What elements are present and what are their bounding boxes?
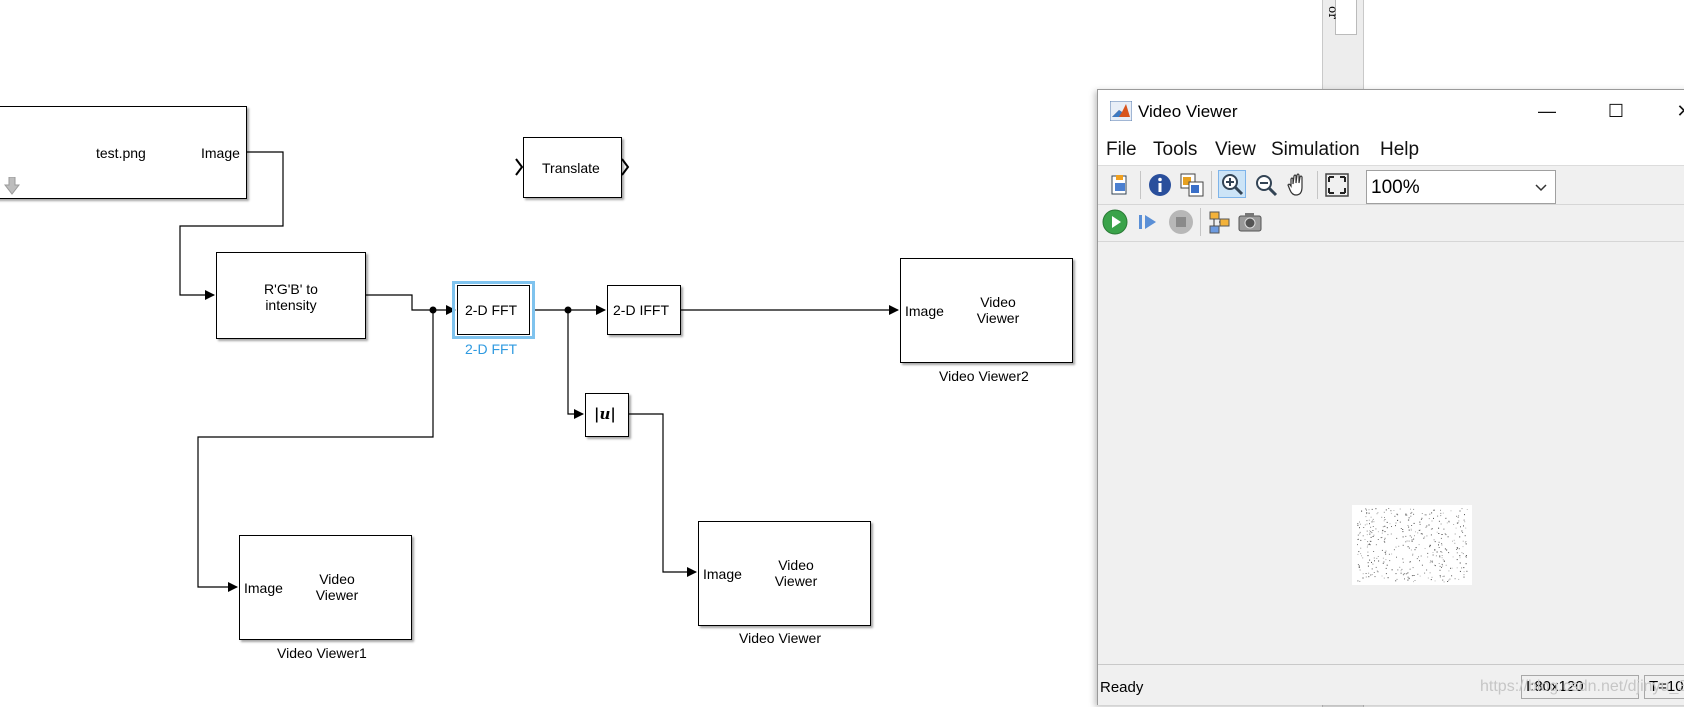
video-viewer-block[interactable]: Image Video Viewer (698, 521, 871, 626)
menu-help[interactable]: Help (1380, 139, 1419, 161)
block-label-line1: Video (778, 557, 814, 573)
snapshot-camera-icon[interactable] (1236, 208, 1264, 236)
pan-hand-icon[interactable] (1284, 171, 1312, 199)
translate-out-port (621, 158, 630, 176)
stop-icon[interactable] (1167, 208, 1195, 236)
watermark: https://blog.csdn.net/djinyu_3 (1480, 678, 1684, 695)
block-input-port-label: Image (905, 303, 944, 319)
line-branch-to-abs (567, 310, 584, 419)
close-button[interactable]: ✕ (1661, 96, 1684, 126)
menu-bar: File Tools View Simulation Help (1098, 133, 1684, 166)
line-abs-to-viewer (629, 413, 697, 577)
video-viewer-window: Video Viewer — ☐ ✕ File Tools View Simul… (1097, 89, 1684, 705)
fft-caption: 2-D FFT (465, 341, 518, 357)
block-label-line2: Viewer (315, 587, 359, 603)
menu-tools[interactable]: Tools (1153, 139, 1197, 161)
zoom-value: 100% (1371, 177, 1420, 198)
step-forward-icon[interactable] (1134, 208, 1162, 236)
video-viewer1-caption: Video Viewer1 (277, 645, 367, 661)
print-icon[interactable] (1106, 171, 1134, 199)
block-input-port-label: Image (703, 566, 742, 582)
block-input-port-label: Image (244, 580, 283, 596)
block-label-line2: Viewer (976, 310, 1020, 326)
video-display-area[interactable] (1098, 242, 1684, 662)
fft-block[interactable]: 2-D FFT (457, 285, 530, 335)
video-frame-image (1352, 505, 1472, 585)
menu-view[interactable]: View (1215, 139, 1256, 161)
branch-point-1 (429, 306, 437, 314)
video-viewer1-block[interactable]: Image Video Viewer (239, 535, 412, 640)
block-label-line1: Video (319, 571, 355, 587)
window-titlebar[interactable]: Video Viewer — ☐ ✕ (1098, 90, 1684, 133)
colormap-icon[interactable] (1178, 171, 1206, 199)
status-ready: Ready (1100, 679, 1144, 696)
block-label: 2-D FFT (465, 302, 518, 318)
translate-in-port (515, 158, 524, 176)
chevron-down-icon (1535, 179, 1547, 201)
video-viewer-caption: Video Viewer (739, 630, 821, 646)
window-title: Video Viewer (1138, 102, 1238, 121)
info-icon[interactable] (1146, 171, 1174, 199)
video-viewer2-caption: Video Viewer2 (939, 368, 1029, 384)
zoom-select[interactable]: 100% (1366, 170, 1556, 204)
toolbar-view: 100% (1098, 166, 1684, 205)
matlab-logo-icon (1110, 101, 1132, 121)
translate-block[interactable]: Translate (523, 137, 622, 198)
ifft-block[interactable]: 2-D IFFT (607, 285, 681, 335)
block-label: |u| (594, 405, 616, 423)
menu-simulation[interactable]: Simulation (1271, 139, 1360, 161)
rgb-to-intensity-block[interactable]: R'G'B' to intensity (216, 252, 366, 339)
block-label: 2-D IFFT (613, 302, 669, 318)
run-icon[interactable] (1101, 208, 1129, 236)
toolbar-simulation (1098, 205, 1684, 242)
block-label-line1: R'G'B' to (264, 281, 318, 297)
zoom-in-icon[interactable] (1218, 170, 1246, 198)
image-from-file-block[interactable]: test.png Image (0, 106, 247, 199)
zoom-out-icon[interactable] (1252, 171, 1280, 199)
minimize-button[interactable]: — (1524, 96, 1570, 126)
block-label-line2: intensity (265, 297, 317, 313)
block-label-line2: Viewer (774, 573, 818, 589)
video-viewer2-block[interactable]: Image Video Viewer (900, 258, 1073, 363)
side-panel-tab[interactable]: or (1326, 0, 1357, 35)
maximize-button[interactable]: ☐ (1593, 96, 1639, 126)
line-rgb-to-fft (366, 294, 456, 315)
block-label: Translate (542, 160, 600, 176)
menu-file[interactable]: File (1106, 139, 1137, 161)
highlight-model-icon[interactable] (1206, 208, 1234, 236)
block-label-line1: Video (980, 294, 1016, 310)
fit-to-view-icon[interactable] (1323, 171, 1351, 199)
down-arrow-icon (4, 177, 20, 195)
block-output-port-label: Image (201, 145, 240, 161)
block-filename: test.png (96, 145, 146, 161)
abs-block[interactable]: |u| (585, 393, 629, 437)
